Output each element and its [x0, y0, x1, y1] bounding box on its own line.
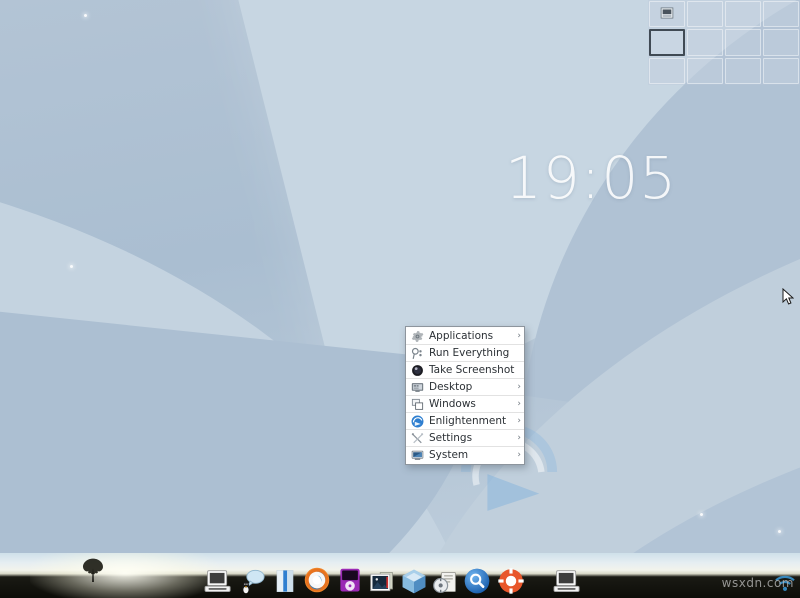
menu-item-settings[interactable]: Settings ›: [406, 430, 524, 447]
chevron-right-icon: ›: [513, 379, 521, 396]
menu-item-desktop[interactable]: Desktop ›: [406, 379, 524, 396]
virtual-desktop-pager[interactable]: [648, 0, 800, 85]
run-everything-icon: [410, 346, 424, 360]
computer-icon-2[interactable]: [553, 567, 581, 595]
help-icon[interactable]: [497, 567, 525, 595]
gear-icon: [410, 329, 424, 343]
wallpaper-sparkle: [700, 513, 703, 516]
menu-item-label: Take Screenshot: [429, 362, 514, 379]
search-icon[interactable]: [463, 567, 491, 595]
menu-item-applications[interactable]: Applications ›: [406, 328, 524, 345]
virtualbox-icon[interactable]: [400, 567, 428, 595]
menu-item-label: Applications: [429, 328, 513, 345]
pager-desktop-9[interactable]: [687, 58, 723, 84]
wallpaper-sparkle: [70, 265, 73, 268]
file-manager-icon[interactable]: [271, 567, 299, 595]
menu-item-label: Desktop: [429, 379, 513, 396]
menu-item-run-everything[interactable]: Run Everything ›: [406, 345, 524, 362]
bottom-shelf-dock[interactable]: wsxdn.com: [0, 553, 800, 598]
pager-desktop-4[interactable]: [649, 29, 685, 55]
menu-item-windows[interactable]: Windows ›: [406, 396, 524, 413]
dock-icon-row[interactable]: [0, 553, 800, 598]
pager-desktop-8[interactable]: [649, 58, 685, 84]
wallpaper-sparkle: [84, 14, 87, 17]
pager-desktop-1[interactable]: [687, 1, 723, 27]
menu-item-label: Windows: [429, 396, 513, 413]
site-watermark: wsxdn.com: [722, 576, 794, 590]
firefox-icon[interactable]: [303, 567, 331, 595]
pager-desktop-11[interactable]: [763, 58, 799, 84]
pager-desktop-7[interactable]: [763, 29, 799, 55]
pager-desktop-3[interactable]: [763, 1, 799, 27]
mouse-cursor: [782, 288, 794, 306]
pager-window-thumbnail-icon: [661, 7, 674, 18]
wallpaper-curve-5: [291, 188, 800, 598]
desktop-clock: 19:05: [505, 144, 655, 212]
pager-desktop-6[interactable]: [725, 29, 761, 55]
camera-lens-icon: [410, 363, 424, 377]
menu-item-label: System: [429, 447, 513, 464]
archive-manager-icon[interactable]: [431, 567, 459, 595]
wallpaper-sparkle: [778, 530, 781, 533]
chevron-right-icon: ›: [513, 447, 521, 464]
menu-item-label: Run Everything: [429, 345, 513, 362]
pager-desktop-0[interactable]: [649, 1, 685, 27]
desktop-wallpaper[interactable]: [0, 0, 800, 598]
pager-desktop-2[interactable]: [725, 1, 761, 27]
chevron-right-icon: ›: [513, 413, 521, 430]
menu-item-take-screenshot[interactable]: Take Screenshot ›: [406, 362, 524, 379]
image-viewer-icon[interactable]: [368, 567, 396, 595]
windows-stack-icon: [410, 397, 424, 411]
monitor-icon: [410, 449, 424, 463]
tools-icon: [410, 431, 424, 445]
enlightenment-root-menu[interactable]: Applications › Run Everything ›: [405, 326, 525, 465]
desktop-screen: 19:05 Appli: [0, 0, 800, 598]
chevron-right-icon: ›: [513, 396, 521, 413]
menu-item-label: Enlightenment: [429, 413, 513, 430]
menu-item-system[interactable]: System ›: [406, 447, 524, 464]
pager-desktop-10[interactable]: [725, 58, 761, 84]
music-player-icon[interactable]: [336, 567, 364, 595]
enlightenment-icon: [410, 414, 424, 428]
menu-item-enlightenment[interactable]: Enlightenment ›: [406, 413, 524, 430]
menu-item-label: Settings: [429, 430, 513, 447]
computer-icon[interactable]: [204, 567, 232, 595]
terminology-icon[interactable]: [238, 567, 266, 595]
desktop-icon: [410, 380, 424, 394]
chevron-right-icon: ›: [513, 328, 521, 345]
chevron-right-icon: ›: [513, 430, 521, 447]
pager-desktop-5[interactable]: [687, 29, 723, 55]
